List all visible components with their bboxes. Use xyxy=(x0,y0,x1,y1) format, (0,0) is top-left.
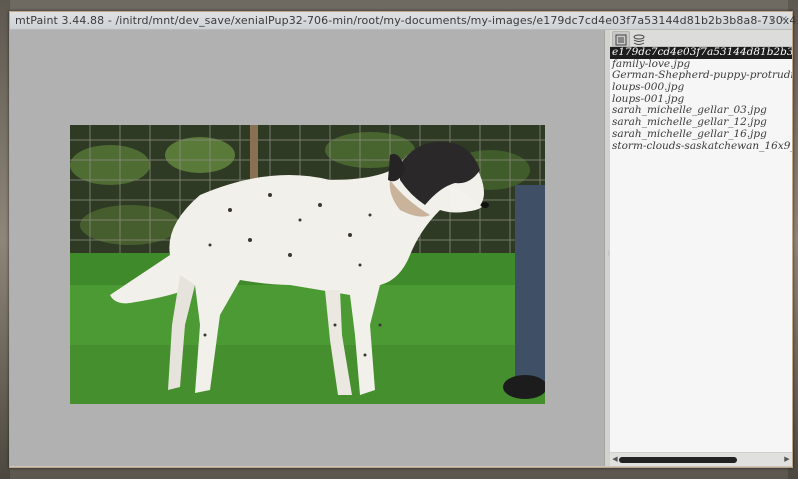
scroll-right-icon[interactable]: ▶ xyxy=(782,454,792,464)
list-item[interactable]: storm-clouds-saskatchewan_16x9_WEB.jpg xyxy=(610,140,792,153)
image-canvas[interactable] xyxy=(10,30,604,466)
panel-toolbar xyxy=(610,30,792,47)
file-browser-panel: e179dc7cd4e03f7a53144d81b2b3b8a8-730x430… xyxy=(610,30,792,466)
layers-icon[interactable] xyxy=(630,31,648,47)
list-item[interactable]: sarah_michelle_gellar_16.jpg xyxy=(610,128,792,141)
minimize-icon[interactable]: ∨ xyxy=(766,14,778,26)
dog-photo xyxy=(70,125,545,404)
list-view-icon[interactable] xyxy=(612,31,630,47)
scrollbar-thumb[interactable] xyxy=(619,457,737,463)
list-item[interactable]: loups-000.jpg xyxy=(610,81,792,94)
dog-photo-graphic xyxy=(70,125,545,404)
file-list: e179dc7cd4e03f7a53144d81b2b3b8a8-730x430… xyxy=(610,47,792,452)
horizontal-scrollbar[interactable]: ◀ ▶ xyxy=(610,452,792,466)
close-icon[interactable]: × xyxy=(778,14,790,26)
window-title: mtPaint 3.44.88 - /initrd/mnt/dev_save/x… xyxy=(15,14,798,27)
list-item[interactable]: e179dc7cd4e03f7a53144d81b2b3b8a8-730x430… xyxy=(610,47,792,59)
title-bar[interactable]: mtPaint 3.44.88 - /initrd/mnt/dev_save/x… xyxy=(10,12,798,30)
mtpaint-window: mtPaint 3.44.88 - /initrd/mnt/dev_save/x… xyxy=(9,11,798,468)
